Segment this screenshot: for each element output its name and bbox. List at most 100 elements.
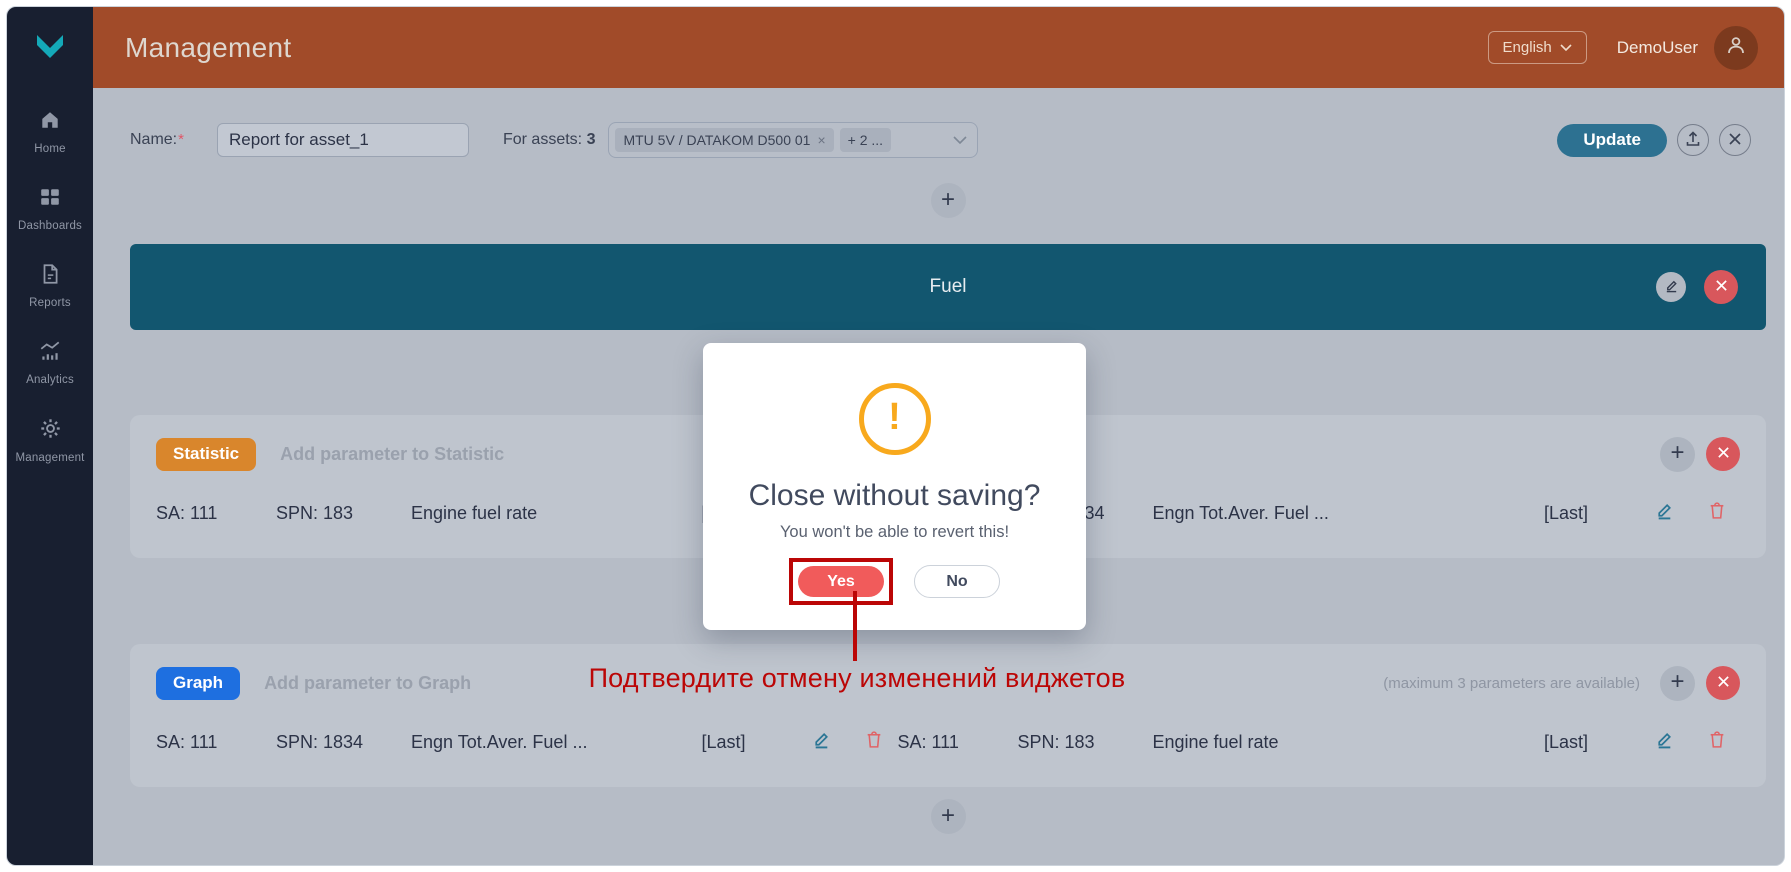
add-parameter-link[interactable]: Add parameter to Graph xyxy=(264,673,471,694)
statistic-badge: Statistic xyxy=(156,438,256,471)
header-right: English DemoUser xyxy=(1488,26,1758,70)
update-button[interactable]: Update xyxy=(1557,124,1667,157)
pencil-icon xyxy=(1655,501,1674,525)
user-name: DemoUser xyxy=(1617,38,1698,58)
delete-section-button[interactable] xyxy=(1704,270,1738,304)
analytics-icon xyxy=(38,340,62,367)
annotation-caption: Подтвердите отмену изменений виджетов xyxy=(557,663,1157,694)
sidebar-item-label: Home xyxy=(34,143,65,155)
trash-icon xyxy=(1708,501,1726,525)
add-widget-row: + xyxy=(130,799,1766,834)
logo-chevron-icon xyxy=(28,23,72,72)
param-sa: SA: 111 xyxy=(156,503,276,524)
param-aggregation: [Last] xyxy=(1544,732,1634,753)
form-actions: Update xyxy=(1557,124,1751,157)
edit-parameter-button[interactable] xyxy=(1634,501,1694,525)
close-icon xyxy=(1717,446,1730,462)
delete-parameter-button[interactable] xyxy=(1694,730,1740,754)
chip-remove-icon[interactable]: × xyxy=(817,132,825,148)
close-icon xyxy=(1717,675,1730,691)
sidebar-item-analytics[interactable]: Analytics xyxy=(7,340,93,417)
dialog-title: Close without saving? xyxy=(749,479,1041,513)
trash-icon xyxy=(865,730,883,754)
add-parameter-button[interactable]: + xyxy=(1660,437,1695,472)
confirm-no-button[interactable]: No xyxy=(914,565,1000,598)
dashboards-icon xyxy=(39,186,61,213)
chevron-down-icon xyxy=(1560,39,1572,56)
upload-icon xyxy=(1685,131,1701,150)
sidebar-item-home[interactable]: Home xyxy=(7,109,93,186)
name-label: Name:* xyxy=(130,131,184,149)
language-selector[interactable]: English xyxy=(1488,31,1587,64)
add-widget-button[interactable]: + xyxy=(931,183,966,218)
edit-section-button[interactable] xyxy=(1656,272,1686,302)
param-name: Engine fuel rate xyxy=(1152,732,1544,753)
language-label: English xyxy=(1503,39,1552,56)
add-parameter-link[interactable]: Add parameter to Statistic xyxy=(280,444,504,465)
max-parameters-note: (maximum 3 parameters are available) xyxy=(1383,675,1640,692)
chevron-down-icon xyxy=(953,136,967,145)
trash-icon xyxy=(1708,730,1726,754)
close-icon xyxy=(1715,279,1728,295)
delete-parameter-button[interactable] xyxy=(1694,501,1740,525)
sidebar-item-label: Reports xyxy=(29,297,71,309)
close-editor-button[interactable] xyxy=(1719,124,1751,156)
sidebar-nav: Home Dashboards Reports xyxy=(7,109,93,494)
report-form-row: Name:* For assets: 3 MTU 5V / DATAKOM D5… xyxy=(130,122,1766,158)
gear-icon xyxy=(39,417,62,445)
dialog-actions: Yes No xyxy=(789,558,1000,605)
pencil-icon xyxy=(812,730,831,754)
delete-parameter-button[interactable] xyxy=(851,730,897,754)
param-aggregation: [Last] xyxy=(1544,503,1634,524)
annotation-highlight-box: Yes xyxy=(789,558,893,605)
delete-widget-button[interactable] xyxy=(1706,666,1740,700)
app-logo[interactable] xyxy=(7,7,93,88)
sidebar-item-label: Dashboards xyxy=(18,220,82,232)
more-assets-chip[interactable]: + 2 ... xyxy=(840,128,891,152)
parameter-item: SA: 111 SPN: 183 Engine fuel rate [Last] xyxy=(897,730,1740,754)
graph-badge: Graph xyxy=(156,667,240,700)
section-banner: Fuel xyxy=(130,244,1766,330)
person-icon xyxy=(1724,33,1748,62)
close-icon xyxy=(1728,132,1742,149)
add-parameter-button[interactable]: + xyxy=(1660,666,1695,701)
assets-multiselect[interactable]: MTU 5V / DATAKOM D500 01 × + 2 ... xyxy=(608,122,978,158)
exclamation-mark: ! xyxy=(888,398,901,440)
required-asterisk: * xyxy=(178,131,184,148)
report-name-input[interactable] xyxy=(217,123,469,157)
asset-chip-label: MTU 5V / DATAKOM D500 01 xyxy=(623,132,810,148)
annotation-pointer-line xyxy=(853,591,857,661)
page-title: Management xyxy=(125,32,291,64)
pencil-icon xyxy=(1664,278,1679,296)
graph-card-controls: (maximum 3 parameters are available) + xyxy=(1383,666,1740,701)
export-button[interactable] xyxy=(1677,124,1709,156)
confirm-dialog: ! Close without saving? You won't be abl… xyxy=(703,343,1086,630)
sidebar-item-reports[interactable]: Reports xyxy=(7,263,93,340)
section-title: Fuel xyxy=(130,276,1766,298)
edit-parameter-button[interactable] xyxy=(791,730,851,754)
sidebar-item-management[interactable]: Management xyxy=(7,417,93,494)
param-sa: SA: 111 xyxy=(156,732,276,753)
statistic-card-controls: + xyxy=(1660,437,1740,472)
add-widget-row: + xyxy=(130,183,1766,218)
sidebar-item-label: Management xyxy=(15,452,84,464)
dialog-subtitle: You won't be able to revert this! xyxy=(780,523,1009,542)
add-widget-button[interactable]: + xyxy=(931,799,966,834)
parameter-item: SA: 111 SPN: 1834 Engn Tot.Aver. Fuel ..… xyxy=(156,730,897,754)
report-document-icon xyxy=(39,263,61,290)
param-sa: SA: 111 xyxy=(897,732,1017,753)
section-controls xyxy=(1656,244,1738,330)
sidebar: Home Dashboards Reports xyxy=(7,7,93,865)
param-aggregation: [Last] xyxy=(701,732,791,753)
warning-icon: ! xyxy=(859,383,931,455)
sidebar-item-label: Analytics xyxy=(26,374,74,386)
edit-parameter-button[interactable] xyxy=(1634,730,1694,754)
param-spn: SPN: 183 xyxy=(276,503,411,524)
home-icon xyxy=(39,109,61,136)
confirm-yes-button[interactable]: Yes xyxy=(798,566,884,597)
top-header: Management English DemoUser xyxy=(93,7,1784,88)
sidebar-item-dashboards[interactable]: Dashboards xyxy=(7,186,93,263)
delete-widget-button[interactable] xyxy=(1706,437,1740,471)
user-avatar[interactable] xyxy=(1714,26,1758,70)
param-name: Engn Tot.Aver. Fuel ... xyxy=(1152,503,1544,524)
